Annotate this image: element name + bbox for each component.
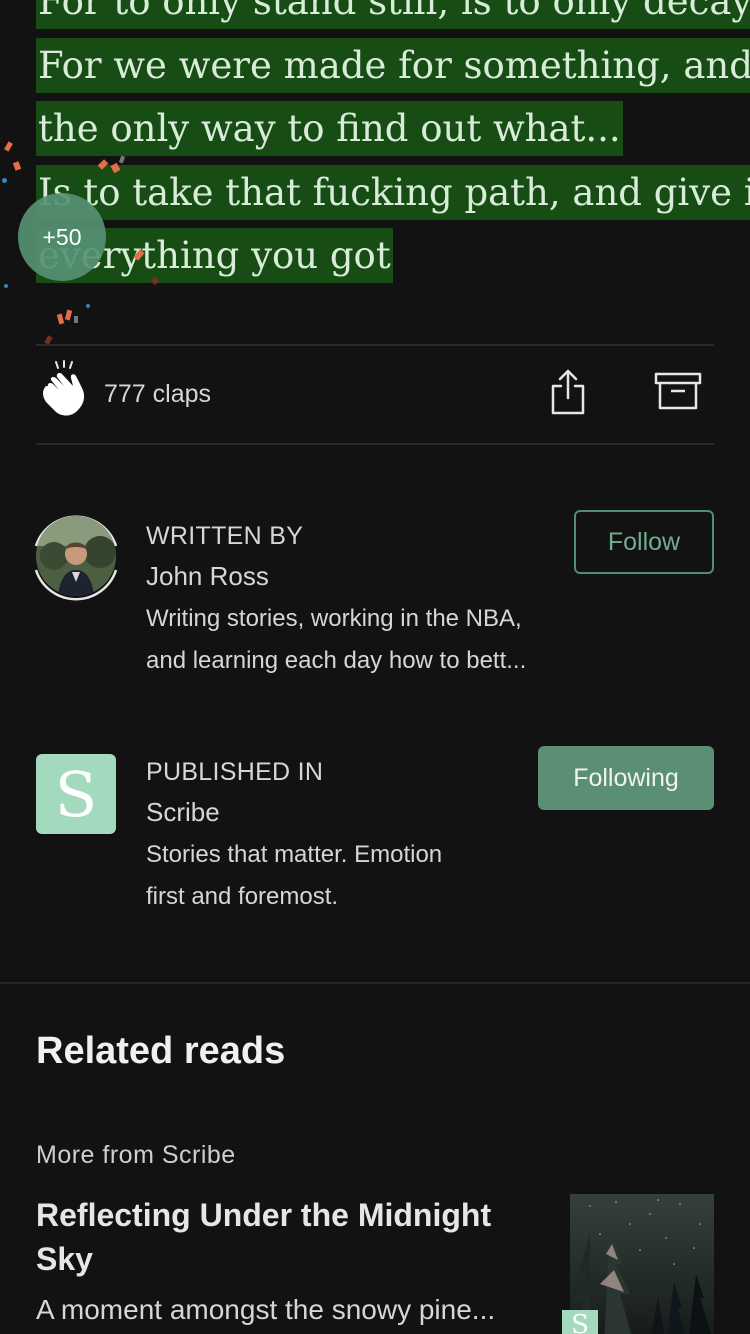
author-bio-line: Writing stories, working in the NBA, bbox=[146, 605, 522, 632]
author-card: WRITTEN BY John Ross Writing stories, wo… bbox=[34, 510, 714, 690]
following-button[interactable]: Following bbox=[538, 746, 714, 810]
related-story-subtitle: A moment amongst the snowy pine... bbox=[36, 1294, 496, 1325]
clap-count: 777 claps bbox=[104, 380, 212, 408]
clap-icon[interactable] bbox=[36, 360, 90, 418]
related-story-title[interactable]: Reflecting Under the Midnight Sky bbox=[36, 1193, 536, 1281]
confetti-piece bbox=[12, 161, 22, 171]
publication-description-line: Stories that matter. Emotion bbox=[146, 841, 443, 868]
divider bbox=[36, 443, 714, 445]
related-story-title-line: Reflecting Under the Midnight bbox=[36, 1197, 492, 1233]
author-photo bbox=[36, 516, 116, 596]
author-meta: WRITTEN BY John Ross Writing stories, wo… bbox=[146, 520, 566, 682]
related-reads-heading: Related reads bbox=[36, 1030, 286, 1072]
related-story-title-line: Sky bbox=[36, 1241, 93, 1277]
confetti-piece bbox=[64, 309, 73, 321]
publication-description: Stories that matter. Emotion first and f… bbox=[146, 834, 566, 918]
publication-logo[interactable]: S bbox=[36, 754, 116, 834]
confetti-piece bbox=[74, 316, 78, 323]
quote-line: For to only stand still, is to only deca… bbox=[36, 0, 750, 29]
related-source-label: More from Scribe bbox=[36, 1141, 236, 1169]
article-actions: 777 claps bbox=[36, 346, 714, 444]
published-in-label: PUBLISHED IN bbox=[146, 758, 324, 786]
related-publication-badge: S bbox=[562, 1310, 598, 1334]
publication-meta: PUBLISHED IN Scribe Stories that matter.… bbox=[146, 756, 566, 918]
follow-button[interactable]: Follow bbox=[574, 510, 714, 574]
author-bio-line: and learning each day how to bett... bbox=[146, 647, 527, 674]
quote-line: For we were made for something, and bbox=[36, 37, 750, 93]
confetti-piece bbox=[86, 304, 90, 308]
author-name[interactable]: John Ross bbox=[146, 556, 566, 596]
confetti-piece bbox=[2, 178, 7, 183]
publication-description-line: first and foremost. bbox=[146, 883, 339, 910]
quote-line: Is to take that fucking path, and give i… bbox=[36, 164, 750, 220]
section-divider bbox=[0, 982, 750, 984]
confetti-piece bbox=[4, 141, 13, 152]
archive-icon[interactable] bbox=[654, 371, 702, 411]
publication-card: S PUBLISHED IN Scribe Stories that matte… bbox=[36, 746, 714, 936]
author-bio: Writing stories, working in the NBA, and… bbox=[146, 598, 566, 682]
written-by-label: WRITTEN BY bbox=[146, 522, 304, 550]
highlighted-quote: For to only stand still, is to only deca… bbox=[36, 0, 750, 288]
quote-line: the only way to find out what... bbox=[36, 101, 623, 156]
confetti-piece bbox=[4, 284, 8, 288]
confetti-piece bbox=[56, 313, 65, 325]
author-avatar[interactable] bbox=[36, 516, 116, 596]
clap-increment-badge: +50 bbox=[18, 193, 106, 281]
share-icon[interactable] bbox=[548, 368, 588, 416]
publication-name[interactable]: Scribe bbox=[146, 792, 566, 832]
